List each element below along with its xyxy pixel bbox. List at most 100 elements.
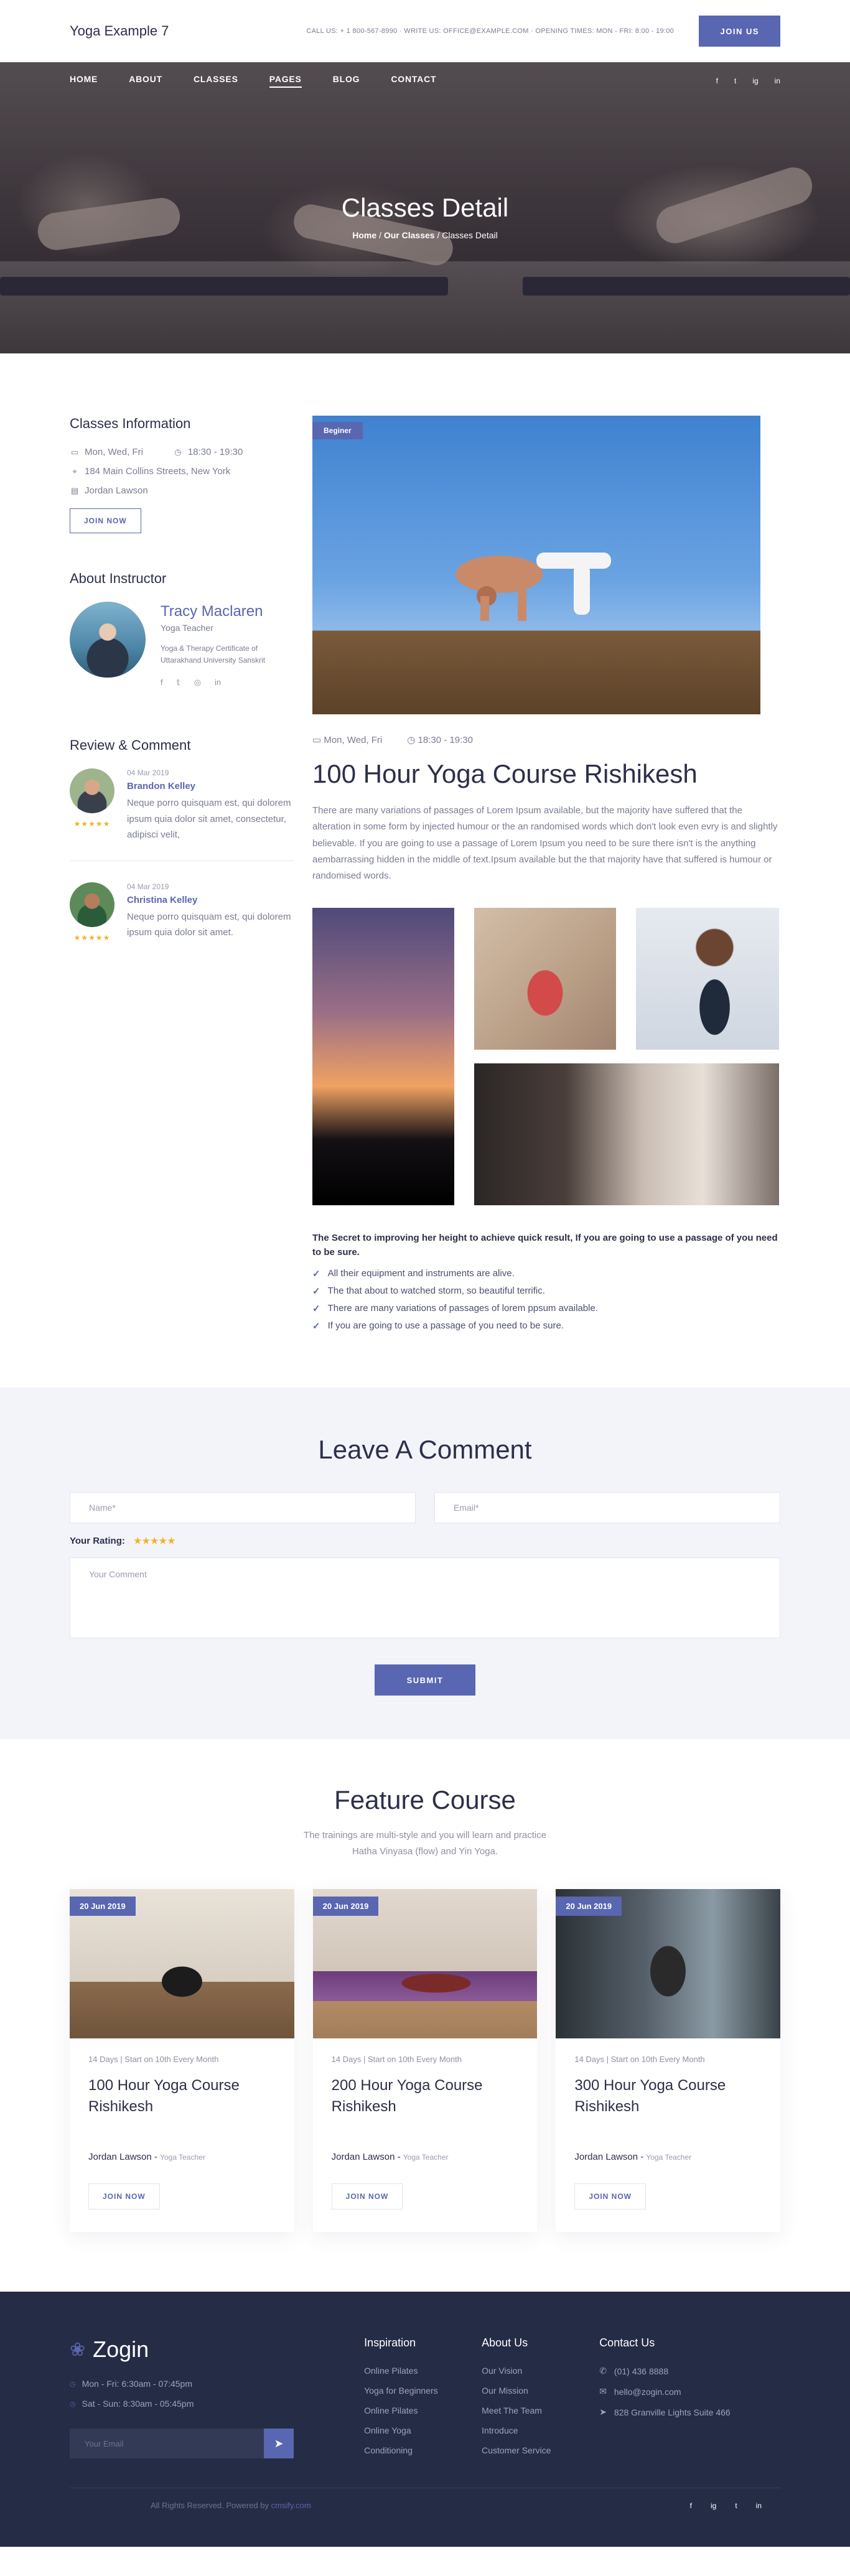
facebook-icon[interactable]: f <box>690 2501 692 2510</box>
course-instructor-name: Jordan Lawson <box>574 2152 638 2163</box>
gallery-image-class[interactable] <box>474 1063 779 1206</box>
instructor-card: Tracy Maclaren Yoga Teacher Yoga & Thera… <box>70 602 294 688</box>
nav-social: f t ig in <box>716 77 780 85</box>
class-photo: Beginer <box>312 416 760 714</box>
course-image[interactable]: 20 Jun 2019 <box>70 1889 294 2039</box>
footer-link[interactable]: Introduce <box>482 2425 599 2435</box>
facebook-icon[interactable]: f <box>161 678 163 688</box>
course-join-button[interactable]: JOIN NOW <box>88 2183 160 2210</box>
class-teacher: ▤ Jordan Lawson <box>70 485 294 496</box>
footer-email[interactable]: ✉ hello@zogin.com <box>599 2386 780 2397</box>
join-us-button[interactable]: JOIN US <box>699 16 780 47</box>
course-card[interactable]: 20 Jun 2019 14 Days | Start on 10th Every… <box>556 1889 781 2233</box>
comment-section: Leave A Comment Name* Email* Your Rating… <box>0 1388 850 1740</box>
opening-hours: ◷ Mon - Fri: 6:30am - 07:45pm ◷ Sat - Sun:… <box>70 2379 364 2409</box>
footer-link[interactable]: Online Yoga <box>364 2425 482 2435</box>
class-detail-section: Classes Information ▭ Mon, Wed, Fri ◷ 18… <box>0 353 850 1388</box>
course-title[interactable]: 100 Hour Yoga Course Rishikesh <box>88 2075 276 2117</box>
check-icon: ✓ <box>312 1286 320 1297</box>
nav-item-home[interactable]: HOME <box>70 74 98 88</box>
facebook-icon[interactable]: f <box>716 77 718 85</box>
gallery-image-portrait[interactable] <box>636 908 779 1050</box>
powered-by-link[interactable]: cmsify.com <box>271 2501 311 2510</box>
footer-link[interactable]: Yoga for Beginners <box>364 2386 482 2396</box>
footer-phone[interactable]: ✆ (01) 436 8888 <box>599 2366 780 2376</box>
course-image[interactable]: 20 Jun 2019 <box>312 1889 538 2039</box>
clock-icon: ◷ <box>70 2400 76 2408</box>
class-gallery <box>312 908 780 1206</box>
course-image[interactable]: 20 Jun 2019 <box>556 1889 781 2039</box>
footer-contact: Contact Us ✆ (01) 436 8888 ✉ hello@zogin.c… <box>599 2336 780 2465</box>
hours-weekday: Mon - Fri: 6:30am - 07:45pm <box>82 2379 193 2389</box>
feature-title: Feature Course <box>334 1785 516 1815</box>
instructor-name[interactable]: Tracy Maclaren <box>161 603 294 620</box>
breadcrumb-current: Classes Detail <box>442 230 498 240</box>
twitter-icon[interactable]: 𝕥 <box>177 678 180 688</box>
nav-list: HOME ABOUT CLASSES PAGES BLOG CONTACT <box>70 74 436 88</box>
rating-stars[interactable]: ★★★★★ <box>134 1536 176 1546</box>
footer-link[interactable]: Online Pilates <box>364 2366 482 2376</box>
checklist-item: ✓ All their equipment and instruments are… <box>312 1268 780 1279</box>
footer-link[interactable]: Conditioning <box>364 2445 482 2455</box>
linkedin-icon[interactable]: in <box>775 77 780 85</box>
footer-link[interactable]: Our Mission <box>482 2386 599 2396</box>
checklist-text: All their equipment and instruments are … <box>327 1268 515 1279</box>
footer-phone-text: (01) 436 8888 <box>614 2366 669 2376</box>
class-description: There are many variations of passages of… <box>312 805 778 881</box>
join-now-button[interactable]: JOIN NOW <box>70 508 141 533</box>
newsletter-email-input[interactable]: Your Email <box>70 2429 264 2459</box>
course-instructor-role: Yoga Teacher <box>403 2153 449 2162</box>
feature-subtitle-line: Hatha Vinyasa (flow) and Yin Yoga. <box>352 1846 498 1857</box>
twitter-icon[interactable]: t <box>735 2501 737 2510</box>
page-title: Classes Detail <box>341 193 509 222</box>
instagram-icon[interactable]: ig <box>752 77 758 85</box>
linkedin-icon[interactable]: in <box>215 678 221 688</box>
instagram-icon[interactable]: ig <box>711 2501 716 2510</box>
instagram-icon[interactable]: ◎ <box>194 678 201 688</box>
linkedin-icon[interactable]: in <box>756 2501 762 2510</box>
reviewer-name[interactable]: Brandon Kelley <box>127 781 294 791</box>
mail-icon: ✉ <box>599 2386 607 2397</box>
twitter-icon[interactable]: t <box>734 77 736 85</box>
footer-link[interactable]: Online Pilates <box>364 2406 482 2415</box>
review-text: Neque porro quisquam est, qui dolorem ip… <box>127 798 291 841</box>
instructor-role: Yoga Teacher <box>161 623 213 633</box>
review-item: ★★★★★ 04 Mar 2019 Brandon Kelley Neque p… <box>70 768 294 861</box>
comment-textarea[interactable]: Your Comment <box>70 1557 780 1639</box>
hero-title-block: Classes Detail Home / Our Classes / Clas… <box>0 193 850 240</box>
gallery-image-meditation[interactable] <box>474 908 616 1050</box>
course-meta: 14 Days | Start on 10th Every Month <box>331 2055 462 2065</box>
nav-item-classes[interactable]: CLASSES <box>194 74 238 88</box>
submit-button[interactable]: SUBMIT <box>375 1664 475 1696</box>
course-title[interactable]: 300 Hour Yoga Course Rishikesh <box>574 2075 762 2117</box>
hero-banner: HOME ABOUT CLASSES PAGES BLOG CONTACT f t ig … <box>0 62 850 353</box>
clock-icon: ◷ <box>407 735 418 745</box>
breadcrumb-classes[interactable]: Our Classes <box>384 230 435 240</box>
site-logo[interactable]: Yoga Example 7 <box>70 23 281 39</box>
course-card[interactable]: 20 Jun 2019 14 Days | Start on 10th Every… <box>70 1889 294 2233</box>
course-card[interactable]: 20 Jun 2019 14 Days | Start on 10th Every… <box>312 1889 538 2233</box>
reviewer-name[interactable]: Christina Kelley <box>127 895 294 905</box>
course-title[interactable]: 200 Hour Yoga Course Rishikesh <box>332 2075 519 2117</box>
sidebar: Classes Information ▭ Mon, Wed, Fri ◷ 18… <box>70 416 294 1338</box>
nav-item-about[interactable]: ABOUT <box>129 74 162 88</box>
feature-subtitle-line: The trainings are multi-style and you wi… <box>303 1830 547 1841</box>
name-field[interactable]: Name* <box>70 1492 416 1524</box>
id-card-icon: ▤ <box>70 485 79 495</box>
course-join-button[interactable]: JOIN NOW <box>331 2183 403 2210</box>
checklist-item: ✓ The that about to watched storm, so bea… <box>312 1286 780 1297</box>
nav-item-pages[interactable]: PAGES <box>269 74 302 88</box>
send-icon[interactable]: ➤ <box>264 2429 294 2459</box>
footer-link[interactable]: Meet The Team <box>482 2406 599 2415</box>
gallery-image-sunset[interactable] <box>312 908 454 1206</box>
hero-floor <box>0 261 850 353</box>
footer-link[interactable]: Customer Service <box>482 2445 599 2455</box>
nav-item-blog[interactable]: BLOG <box>333 74 360 88</box>
footer-link[interactable]: Our Vision <box>482 2366 599 2376</box>
email-field[interactable]: Email* <box>434 1492 780 1524</box>
breadcrumb-home[interactable]: Home <box>352 230 376 240</box>
copyright: All Rights Reserved. Powered by cmsify.c… <box>151 2501 311 2510</box>
footer-logo[interactable]: ❀ Zogin <box>70 2336 364 2363</box>
course-join-button[interactable]: JOIN NOW <box>574 2183 647 2210</box>
nav-item-contact[interactable]: CONTACT <box>391 74 436 88</box>
